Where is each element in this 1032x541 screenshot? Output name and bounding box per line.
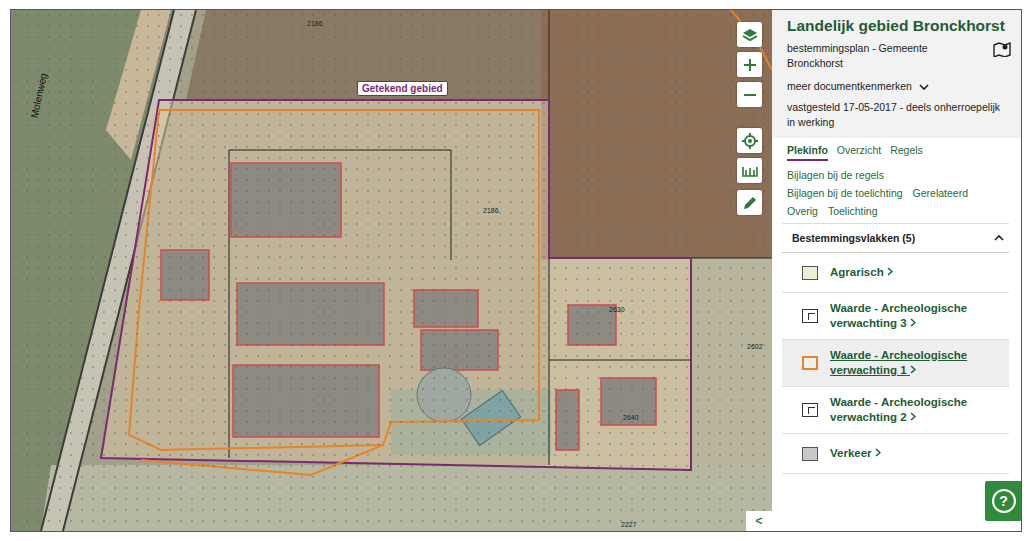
chevron-right-icon (910, 412, 916, 421)
map[interactable]: Getekend gebiedMolenweg21862186263026402… (11, 10, 772, 531)
help-icon: ? (992, 489, 1016, 513)
parcel-label: 2186 (307, 20, 323, 27)
locate-icon (742, 133, 758, 149)
zoom-in-button[interactable] (737, 52, 762, 77)
zone-swatch (802, 403, 818, 417)
document-link[interactable]: Bijlagen bij de regels (787, 169, 1006, 181)
zone-item[interactable]: Verkeer (782, 434, 1009, 474)
chevron-down-icon (918, 83, 930, 91)
parcel-label: 2186 (483, 207, 499, 214)
zone-item[interactable]: Agrarisch (782, 253, 1009, 293)
zoom-out-icon (742, 87, 758, 103)
zone-label[interactable]: Waarde - Archeologische verwachting 2 (830, 395, 1001, 425)
plan-title: Landelijk gebied Bronckhorst (787, 17, 1011, 35)
parcel-label: 2630 (609, 306, 625, 313)
section-title: Bestemmingsvlakken (5) (792, 232, 915, 244)
zone-swatch (802, 266, 818, 280)
tab[interactable]: Regels (890, 144, 923, 161)
more-details-link[interactable]: meer documentkenmerken (787, 79, 912, 94)
zone-label[interactable]: Waarde - Archeologische verwachting 1 (830, 348, 1001, 378)
draw-pencil-button[interactable] (737, 190, 762, 215)
tab-bar: Plekinfo Overzicht Regels (772, 138, 1021, 161)
zoom-out-button[interactable] (737, 82, 762, 107)
zone-label[interactable]: Verkeer (830, 446, 881, 461)
zone-item[interactable]: Waarde - Archeologische verwachting 2 (782, 387, 1009, 434)
zone-swatch (802, 309, 818, 323)
parcel-label: 2602 (747, 343, 763, 350)
chevron-right-icon (910, 365, 916, 374)
zone-item[interactable]: Waarde - Archeologische verwachting 1 (782, 340, 1009, 387)
draw-pencil-icon (742, 195, 758, 211)
tab[interactable]: Overzicht (837, 144, 881, 161)
help-button[interactable]: ? (985, 481, 1022, 521)
chevron-up-icon (993, 234, 1005, 242)
plan-status: vastgesteld 17-05-2017 - deels onherroep… (787, 100, 1011, 130)
collapse-panel-button[interactable]: < (746, 511, 772, 531)
document-link[interactable]: Toelichting (828, 205, 878, 217)
chevron-right-icon (875, 448, 881, 457)
parcel-label: 2640 (623, 414, 639, 421)
measure-button[interactable] (737, 158, 762, 183)
locate-button[interactable] (737, 128, 762, 153)
document-link[interactable]: Gerelateerd (913, 187, 968, 199)
document-links: Bijlagen bij de regels Bijlagen bij de to… (772, 161, 1021, 223)
zone-swatch (802, 447, 818, 461)
measure-icon (742, 163, 758, 179)
plan-header: Landelijk gebied Bronckhorst bestemmingsp… (772, 10, 1021, 138)
chevron-right-icon (910, 318, 916, 327)
tab[interactable]: Plekinfo (787, 144, 828, 161)
layers-icon (742, 27, 758, 43)
map-pin-icon (993, 41, 1011, 57)
zone-label[interactable]: Waarde - Archeologische verwachting 3 (830, 301, 1001, 331)
pattern-mark (808, 407, 815, 414)
pattern-mark (808, 313, 815, 320)
zone-label[interactable]: Agrarisch (830, 265, 893, 280)
drawn-area-label: Getekend gebied (357, 81, 448, 96)
zone-swatch (802, 356, 818, 370)
layers-button[interactable] (737, 22, 762, 47)
document-link[interactable]: Bijlagen bij de toelichting (787, 187, 903, 199)
document-link[interactable]: Overig (787, 205, 818, 217)
parcel-label: 2227 (621, 521, 637, 528)
chevron-right-icon (887, 267, 893, 276)
more-details-toggle[interactable]: meer documentkenmerken (787, 79, 1011, 94)
zoom-in-icon (742, 57, 758, 73)
zone-item[interactable]: Waarde - Archeologische verwachting 3 (782, 293, 1009, 340)
collapse-label: < (755, 514, 762, 528)
plan-subtitle: bestemmingsplan - Gemeente Bronckhorst (787, 41, 957, 71)
info-panel: Landelijk gebied Bronckhorst bestemmingsp… (772, 10, 1021, 531)
section-header[interactable]: Bestemmingsvlakken (5) (782, 223, 1009, 253)
